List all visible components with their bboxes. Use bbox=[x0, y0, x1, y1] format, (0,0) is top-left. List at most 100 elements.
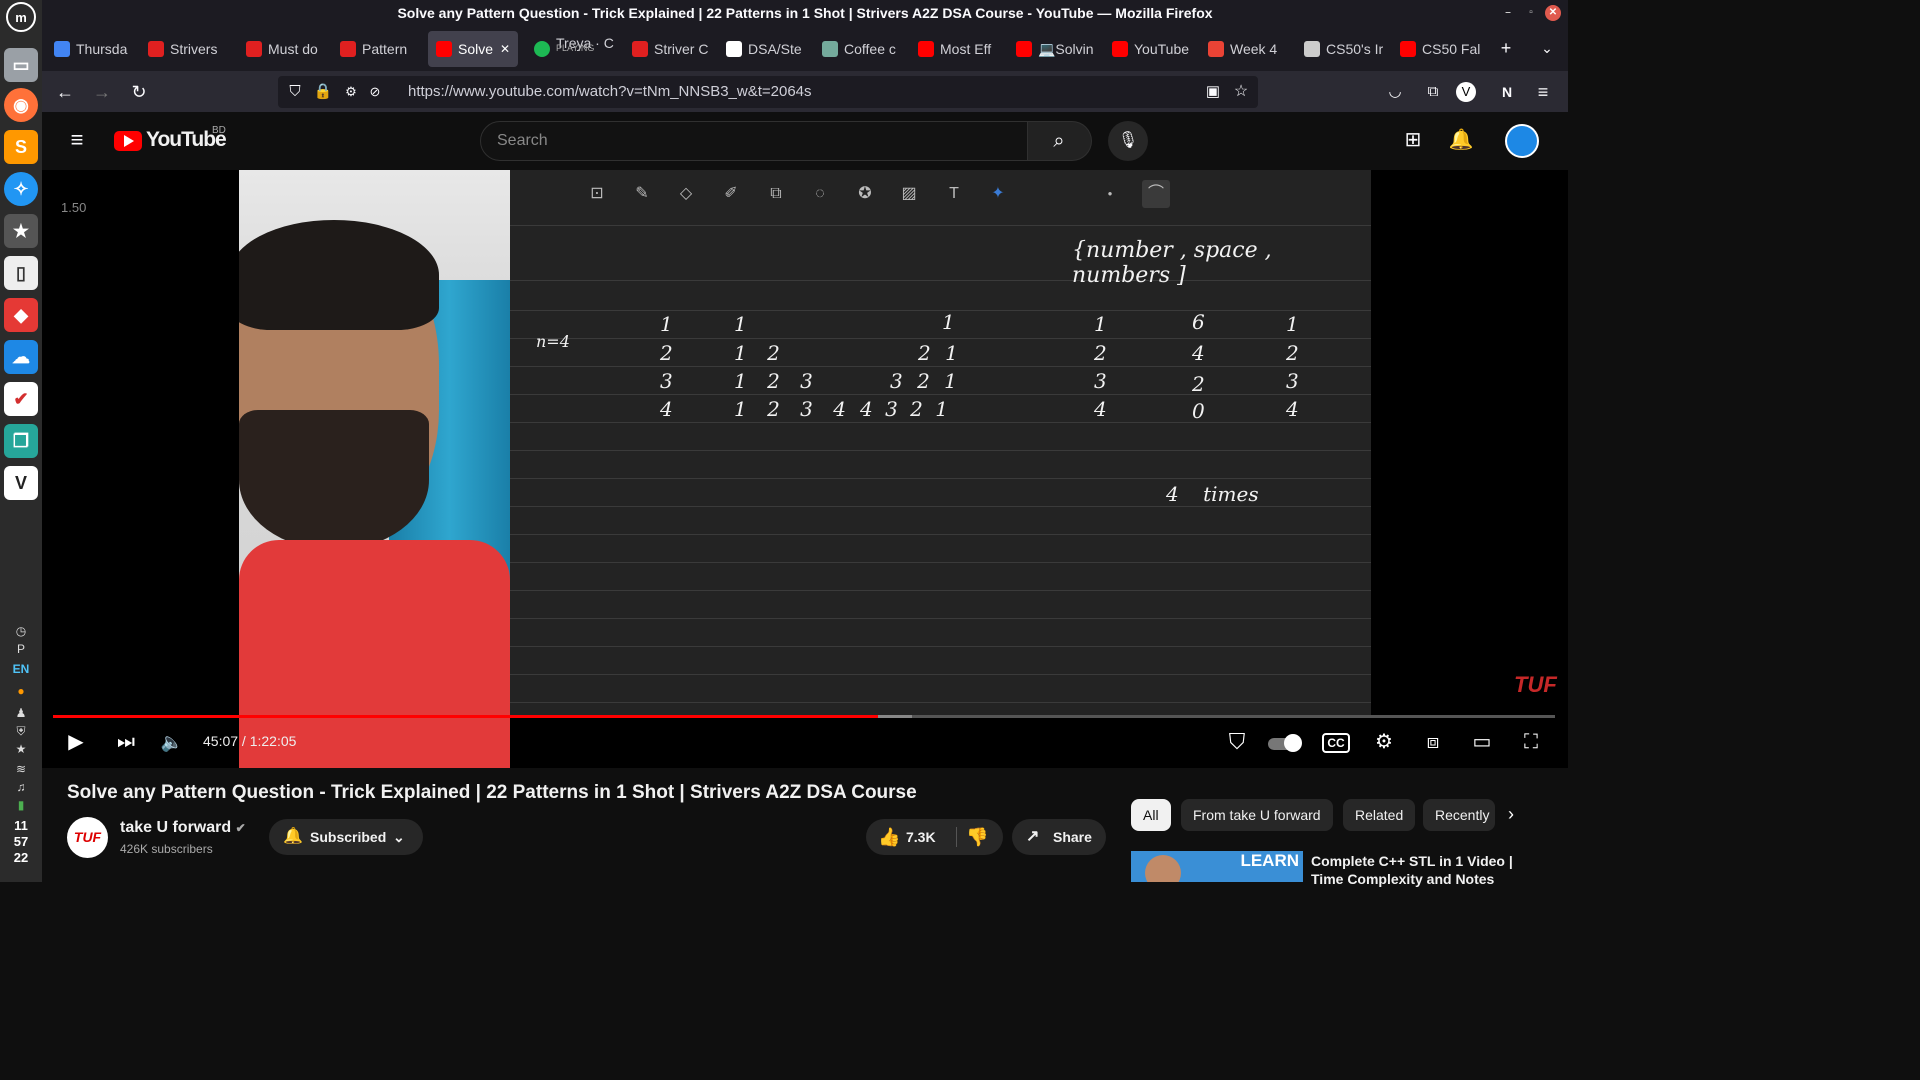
tab-list-chevron-icon[interactable]: ⌄ bbox=[1534, 35, 1560, 61]
sponsor-shield-icon[interactable]: ⛉ bbox=[1222, 728, 1252, 756]
search-input[interactable] bbox=[481, 122, 1027, 160]
notion-extension-icon[interactable]: N bbox=[1494, 79, 1520, 105]
dislike-icon[interactable]: 👎 bbox=[966, 819, 988, 855]
software-manager-icon[interactable]: ★ bbox=[4, 214, 38, 248]
tab-14[interactable]: CS50 Fal bbox=[1392, 31, 1484, 67]
tag-icon[interactable]: ◆ bbox=[4, 298, 38, 332]
miniplayer-icon[interactable]: ⧈ bbox=[1419, 728, 1447, 756]
chip-from-channel[interactable]: From take U forward bbox=[1181, 799, 1333, 831]
chip-related[interactable]: Related bbox=[1343, 799, 1416, 831]
settings-gear-icon[interactable]: ⚙ bbox=[1370, 728, 1398, 756]
files-icon[interactable]: ▭ bbox=[4, 48, 38, 82]
tab-2[interactable]: Must do bbox=[238, 31, 324, 67]
channel-name[interactable]: take U forward ✔ bbox=[120, 819, 246, 837]
play-button[interactable]: ▶ bbox=[62, 728, 90, 756]
reload-icon[interactable]: ↻ bbox=[126, 79, 152, 105]
close-tab-icon[interactable]: ✕ bbox=[500, 31, 510, 67]
recommendation-thumbnail[interactable]: LEARN bbox=[1131, 851, 1303, 882]
cloud-icon[interactable]: ☁ bbox=[4, 340, 38, 374]
tab-10[interactable]: 💻Solvin bbox=[1008, 31, 1096, 67]
back-arrow-icon[interactable]: ← bbox=[52, 79, 78, 105]
minimize-icon[interactable]: – bbox=[1500, 5, 1516, 21]
user-tray-icon[interactable]: ♟ bbox=[0, 706, 42, 720]
shield-tray-icon[interactable]: ⛨ bbox=[0, 724, 42, 739]
reader-view-icon[interactable]: ▣ bbox=[1200, 79, 1226, 105]
captions-button[interactable]: CC bbox=[1322, 733, 1350, 753]
image-tool-icon[interactable]: ⊡ bbox=[583, 180, 611, 208]
stroke-style-icon[interactable]: ⌒ bbox=[1142, 180, 1170, 208]
maximize-icon[interactable]: ▫ bbox=[1523, 5, 1539, 21]
url-text[interactable]: https://www.youtube.com/watch?v=tNm_NNSB… bbox=[408, 76, 812, 108]
clock-tray-icon[interactable]: ◷ bbox=[0, 624, 42, 638]
chip-all[interactable]: All bbox=[1131, 799, 1171, 831]
todo-icon[interactable]: ✔ bbox=[4, 382, 38, 416]
tab-8[interactable]: Coffee c bbox=[814, 31, 902, 67]
palette-tray-icon[interactable]: ● bbox=[0, 684, 42, 698]
permissions-icon[interactable]: ⚙ bbox=[338, 79, 364, 105]
document-icon[interactable]: ▯ bbox=[4, 256, 38, 290]
chevron-right-icon[interactable]: › bbox=[1508, 804, 1514, 825]
pen-tool-icon[interactable]: ✎ bbox=[628, 180, 656, 208]
autoplay-toggle[interactable] bbox=[1266, 728, 1302, 756]
eraser-tool-icon[interactable]: ◇ bbox=[672, 180, 700, 208]
like-icon[interactable]: 👍 bbox=[878, 819, 900, 855]
vim-icon[interactable]: V bbox=[4, 466, 38, 500]
recommendation-title[interactable]: Complete C++ STL in 1 Video | Time Compl… bbox=[1311, 852, 1531, 888]
sticker-tool-icon[interactable]: ✪ bbox=[851, 180, 879, 208]
dot-size-icon[interactable]: ● bbox=[1096, 180, 1124, 208]
channel-name-text[interactable]: take U forward bbox=[120, 819, 231, 836]
mint-menu-icon[interactable]: m bbox=[6, 2, 36, 32]
clock-minute[interactable]: 57 bbox=[0, 834, 42, 850]
laser-pointer-icon[interactable]: ✦ bbox=[984, 180, 1012, 208]
tab-11[interactable]: YouTube bbox=[1104, 31, 1192, 67]
voice-search-button[interactable]: 🎙 bbox=[1108, 121, 1148, 161]
blocked-media-icon[interactable]: ⊘ bbox=[362, 79, 388, 105]
theater-mode-icon[interactable]: ▭ bbox=[1468, 728, 1496, 756]
lasso-tool-icon[interactable]: ◌ bbox=[806, 180, 834, 208]
pocket-icon[interactable]: ◡ bbox=[1382, 79, 1408, 105]
shapes-tool-icon[interactable]: ⧉ bbox=[762, 180, 790, 208]
wifi-tray-icon[interactable]: ≋ bbox=[0, 762, 42, 776]
search-box[interactable] bbox=[480, 121, 1028, 161]
picture-tool-icon[interactable]: ▨ bbox=[895, 180, 923, 208]
music-tray-icon[interactable]: ♫ bbox=[0, 780, 42, 794]
like-count[interactable]: 7.3K bbox=[906, 819, 936, 855]
search-button[interactable]: ⌕ bbox=[1028, 121, 1092, 161]
subscribed-button[interactable]: 🔔 Subscribed ⌄ bbox=[269, 819, 423, 855]
notifications-bell-icon[interactable]: 🔔 bbox=[1448, 127, 1474, 153]
tracking-shield-icon[interactable]: ⛉ bbox=[282, 79, 308, 105]
highlighter-tool-icon[interactable]: ✐ bbox=[717, 180, 745, 208]
next-button[interactable]: ⏭ bbox=[112, 728, 140, 756]
book-icon[interactable]: ❐ bbox=[4, 424, 38, 458]
tab-4[interactable]: Solve ✕ bbox=[428, 31, 518, 67]
language-indicator[interactable]: EN bbox=[0, 662, 42, 676]
vscode-icon[interactable]: ✧ bbox=[4, 172, 38, 206]
tab-5[interactable]: Treya · C PLAYING bbox=[526, 31, 616, 67]
extensions-icon[interactable]: ⧉ bbox=[1420, 79, 1446, 105]
app-menu-icon[interactable]: ≡ bbox=[1530, 79, 1556, 105]
guide-menu-icon[interactable]: ≡ bbox=[64, 127, 90, 153]
battery-tray-icon[interactable]: ▮ bbox=[0, 798, 42, 812]
fullscreen-icon[interactable]: ⛶ bbox=[1517, 728, 1545, 756]
text-tool-icon[interactable]: T bbox=[940, 180, 968, 208]
close-window-icon[interactable]: ✕ bbox=[1545, 5, 1561, 21]
tab-7[interactable]: DSA/Ste bbox=[718, 31, 806, 67]
clock-hour[interactable]: 11 bbox=[0, 818, 42, 834]
url-bar[interactable]: ⛉ 🔒 ⚙ ⊘ https://www.youtube.com/watch?v=… bbox=[278, 76, 1258, 108]
clock-second[interactable]: 22 bbox=[0, 850, 42, 866]
tab-1[interactable]: Strivers bbox=[140, 31, 230, 67]
forward-arrow-icon[interactable]: → bbox=[89, 79, 115, 105]
share-button[interactable]: ↗ Share bbox=[1012, 819, 1106, 855]
tab-6[interactable]: Striver C bbox=[624, 31, 710, 67]
firefox-icon[interactable]: ◉ bbox=[4, 88, 38, 122]
lock-icon[interactable]: 🔒 bbox=[310, 79, 336, 105]
channel-avatar[interactable]: TUF bbox=[67, 817, 108, 858]
vimium-extension-icon[interactable]: V bbox=[1456, 82, 1476, 102]
new-tab-icon[interactable]: + bbox=[1493, 35, 1519, 61]
volume-button[interactable]: 🔈 bbox=[158, 728, 186, 756]
avatar[interactable] bbox=[1505, 124, 1539, 158]
create-video-icon[interactable]: ⊞ bbox=[1400, 127, 1426, 153]
tab-13[interactable]: CS50's Ir bbox=[1296, 31, 1384, 67]
p-tray-icon[interactable]: P bbox=[0, 642, 42, 656]
tab-0[interactable]: Thursda bbox=[46, 31, 132, 67]
